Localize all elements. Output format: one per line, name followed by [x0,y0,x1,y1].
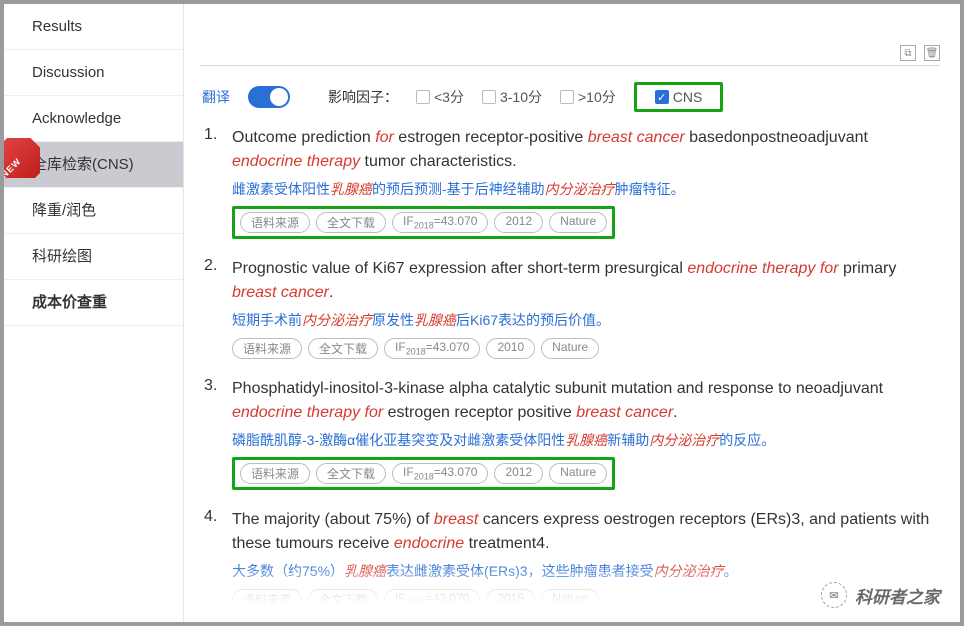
tag-Nature[interactable]: Nature [541,589,599,610]
result-translation: 雌激素受体阳性乳腺癌的预后预测-基于后神经辅助内分泌治疗肿瘤特征。 [232,178,936,200]
result-item-1: 1.Outcome prediction for estrogen recept… [204,126,936,239]
tag-语料来源[interactable]: 语料来源 [240,463,310,484]
filter->10分[interactable]: >10分 [560,87,616,107]
result-item-4: 4.The majority (about 75%) of breast can… [204,508,936,609]
filter-label-text: >10分 [578,87,616,107]
checkbox-icon [416,90,430,104]
results-list: 1.Outcome prediction for estrogen recept… [192,126,948,622]
result-title[interactable]: Phosphatidyl-inositol-3-kinase alpha cat… [232,377,936,425]
result-tags: 语料来源全文下载 IF2018=43.070 2010 Nature [232,338,936,359]
tag-Nature[interactable]: Nature [549,212,607,233]
checkbox-icon [560,90,574,104]
tag-IF2018=43.070[interactable]: IF2018=43.070 [384,338,480,359]
tag-语料来源[interactable]: 语料来源 [232,338,302,359]
delete-icon[interactable]: 🗑 [924,45,940,61]
result-number: 4. [204,508,232,609]
tag-语料来源[interactable]: 语料来源 [232,589,302,610]
sidebar-item-6[interactable]: 成本价查重 [4,280,183,326]
sidebar: ResultsDiscussionAcknowledge全库检索(CNS)降重/… [4,4,184,622]
tag-IF2018=43.070[interactable]: IF2018=43.070 [392,212,488,233]
result-body: The majority (about 75%) of breast cance… [232,508,936,609]
filter-label-text: 3-10分 [500,87,542,107]
tag-全文下载[interactable]: 全文下载 [316,212,386,233]
app-frame: ResultsDiscussionAcknowledge全库检索(CNS)降重/… [0,0,964,626]
result-tags: 语料来源全文下载 IF2018=43.070 2019 Nature [232,589,936,610]
tag-2012[interactable]: 2012 [494,463,543,484]
result-number: 3. [204,377,232,490]
filter-<3分[interactable]: <3分 [416,87,464,107]
tag-全文下载[interactable]: 全文下载 [316,463,386,484]
tag-IF2018=43.070[interactable]: IF2018=43.070 [384,589,480,610]
tag-2012[interactable]: 2012 [494,212,543,233]
sidebar-item-2[interactable]: Acknowledge [4,96,183,142]
result-tags: 语料来源全文下载 IF2018=43.070 2012 Nature [232,206,615,239]
filter-label-text: <3分 [434,87,464,107]
result-translation: 磷脂酰肌醇-3-激酶α催化亚基突变及对雌激素受体阳性乳腺癌新辅助内分泌治疗的反应… [232,429,936,451]
result-body: Phosphatidyl-inositol-3-kinase alpha cat… [232,377,936,490]
tag-2019[interactable]: 2019 [486,589,535,610]
checkbox-icon [482,90,496,104]
tag-Nature[interactable]: Nature [541,338,599,359]
filter-CNS[interactable]: CNS [634,82,724,112]
result-body: Outcome prediction for estrogen receptor… [232,126,936,239]
translate-toggle[interactable] [248,86,290,108]
sidebar-item-5[interactable]: 科研绘图 [4,234,183,280]
result-title[interactable]: Prognostic value of Ki67 expression afte… [232,257,936,305]
impact-factor-label: 影响因子： [328,87,398,107]
result-translation: 短期手术前内分泌治疗原发性乳腺癌后Ki67表达的预后价值。 [232,309,936,331]
search-preview-area: ⧉ 🗑 [200,4,940,66]
tag-全文下载[interactable]: 全文下载 [308,589,378,610]
filter-label-text: CNS [673,89,703,105]
tag-IF2018=43.070[interactable]: IF2018=43.070 [392,463,488,484]
tag-语料来源[interactable]: 语料来源 [240,212,310,233]
sidebar-item-0[interactable]: Results [4,4,183,50]
result-number: 1. [204,126,232,239]
new-badge [0,138,40,178]
sidebar-item-3[interactable]: 全库检索(CNS) [4,142,183,188]
filter-row: 翻译 影响因子： <3分 3-10分 >10分 CNS [192,70,948,126]
result-number: 2. [204,257,232,358]
sidebar-item-4[interactable]: 降重/润色 [4,188,183,234]
sidebar-item-1[interactable]: Discussion [4,50,183,96]
checkbox-icon [655,90,669,104]
result-item-3: 3.Phosphatidyl-inositol-3-kinase alpha c… [204,377,936,490]
tag-2010[interactable]: 2010 [486,338,535,359]
translate-label: 翻译 [202,87,230,107]
tag-全文下载[interactable]: 全文下载 [308,338,378,359]
copy-icon[interactable]: ⧉ [900,45,916,61]
result-translation: 大多数（约75%）乳腺癌表达雌激素受体(ERs)3，这些肿瘤患者接受内分泌治疗。 [232,560,936,582]
result-title[interactable]: Outcome prediction for estrogen receptor… [232,126,936,174]
tag-Nature[interactable]: Nature [549,463,607,484]
result-item-2: 2.Prognostic value of Ki67 expression af… [204,257,936,358]
filter-3-10分[interactable]: 3-10分 [482,87,542,107]
result-tags: 语料来源全文下载 IF2018=43.070 2012 Nature [232,457,615,490]
result-title[interactable]: The majority (about 75%) of breast cance… [232,508,936,556]
result-body: Prognostic value of Ki67 expression afte… [232,257,936,358]
main-panel: ⧉ 🗑 翻译 影响因子： <3分 3-10分 >10分 CNS 1.Outcome p… [184,4,960,622]
